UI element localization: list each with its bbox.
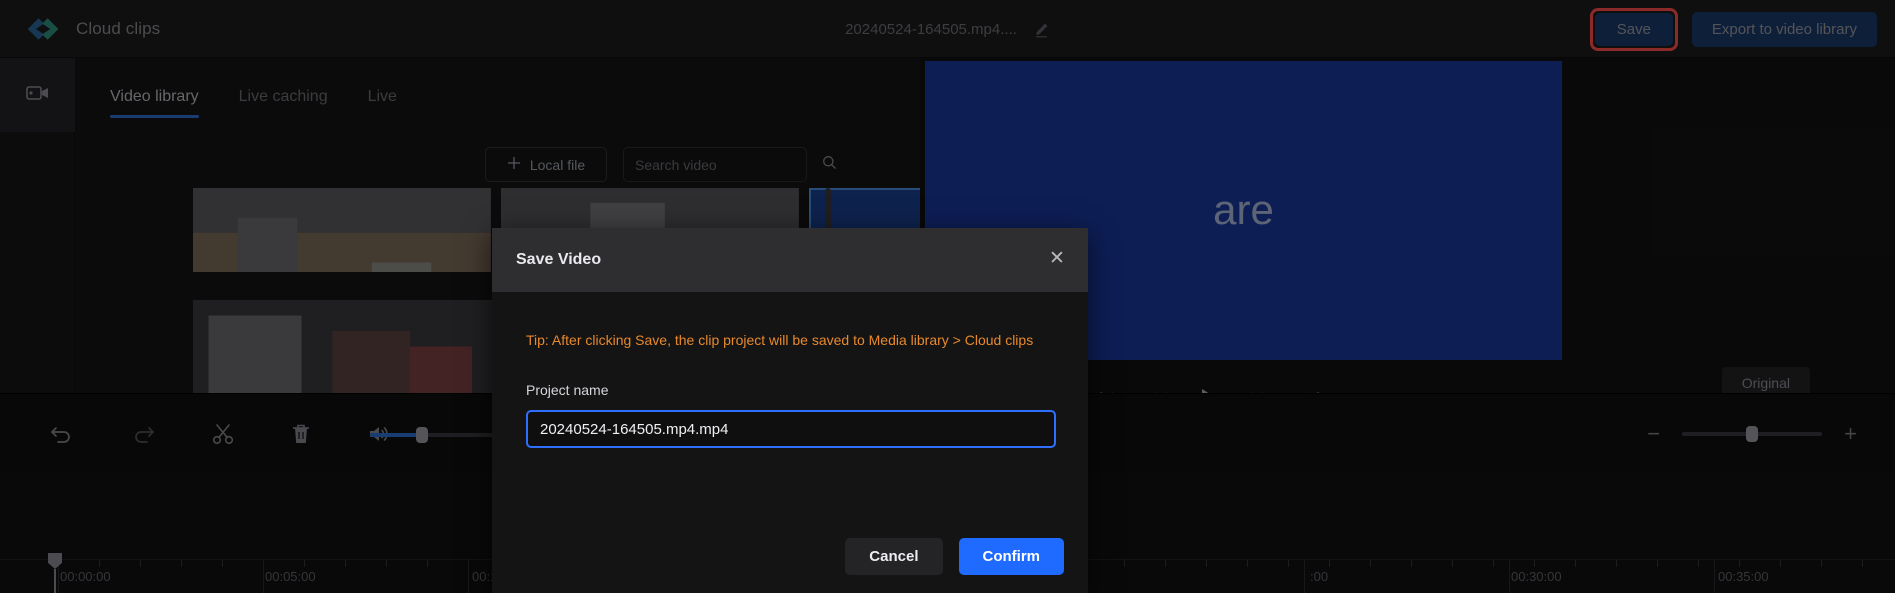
dialog-actions: Cancel Confirm <box>845 538 1064 575</box>
confirm-button[interactable]: Confirm <box>958 538 1064 575</box>
dialog-header: Save Video ✕ <box>492 228 1088 292</box>
project-name-input[interactable] <box>526 410 1056 448</box>
close-x-icon[interactable]: ✕ <box>1046 248 1068 270</box>
dialog-title: Save Video <box>516 251 602 268</box>
cancel-button[interactable]: Cancel <box>845 538 943 575</box>
save-video-dialog: Save Video ✕ Tip: After clicking Save, t… <box>492 228 1088 593</box>
dialog-body: Tip: After clicking Save, the clip proje… <box>492 292 1088 448</box>
video-editor-app: Cloud clips 20240524-164505.mp4.... Save… <box>0 0 1895 593</box>
dialog-tip-text: Tip: After clicking Save, the clip proje… <box>526 332 1034 348</box>
project-name-label: Project name <box>526 382 609 398</box>
